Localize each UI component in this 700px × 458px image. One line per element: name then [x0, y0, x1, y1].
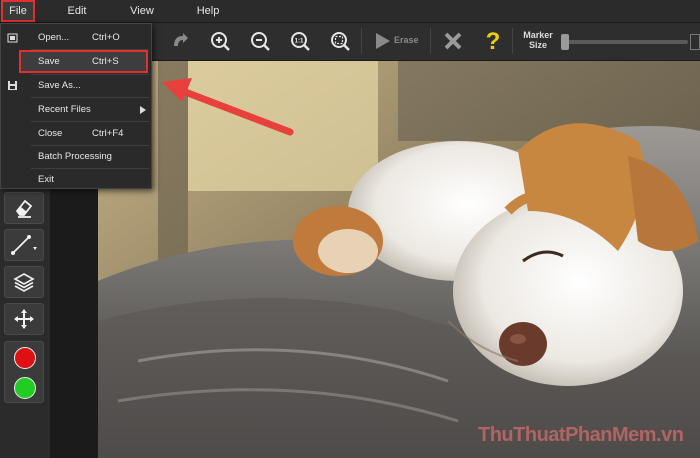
marker-size-slider-end [690, 34, 700, 50]
menu-item-close-shortcut: Ctrl+F4 [92, 128, 124, 139]
file-menu-dropdown: Open... Ctrl+O Save Ctrl+S Save As... Re… [0, 23, 152, 189]
marker-size-label-line1: Marker [523, 30, 553, 40]
menu-item-open-label: Open... [38, 32, 70, 43]
menubar: File Edit View Help [0, 0, 700, 23]
menu-item-recent-files[interactable]: Recent Files [1, 98, 151, 121]
marker-size-label: Marker Size [520, 30, 556, 50]
layers-icon [13, 273, 35, 292]
redo-icon [174, 33, 188, 46]
menu-help[interactable]: Help [191, 0, 225, 22]
line-tool-button[interactable] [4, 229, 44, 261]
watermark: ThuThuatPhanMem.vn [478, 424, 684, 446]
red-marker-swatch[interactable] [14, 347, 36, 369]
menu-item-save[interactable]: Save Ctrl+S [19, 50, 148, 73]
toolbar-separator [512, 28, 513, 54]
menu-item-save-shortcut: Ctrl+S [92, 56, 119, 67]
marker-size-slider-thumb[interactable] [561, 34, 569, 50]
fit-to-window-button[interactable] [326, 27, 354, 55]
play-icon [376, 33, 390, 49]
zoom-fit-icon [331, 32, 350, 51]
help-button[interactable]: ? [479, 27, 507, 55]
zoom-in-button[interactable] [206, 27, 234, 55]
menu-item-save-as-label: Save As... [38, 80, 81, 91]
marker-color-group [4, 341, 44, 403]
menu-item-close[interactable]: Close Ctrl+F4 [1, 122, 151, 145]
floppy-disk-icon [8, 81, 17, 90]
eraser-tool-button[interactable] [4, 192, 44, 224]
menu-item-exit-label: Exit [38, 174, 54, 185]
line-icon [11, 235, 37, 255]
toolbar-separator [361, 28, 362, 54]
menu-edit[interactable]: Edit [60, 0, 94, 22]
menu-item-recent-files-label: Recent Files [38, 104, 91, 115]
menu-view[interactable]: View [125, 0, 159, 22]
cancel-button[interactable] [439, 27, 467, 55]
open-folder-icon [7, 33, 18, 43]
marker-size-slider-track[interactable] [566, 40, 688, 44]
menu-item-exit[interactable]: Exit [1, 168, 151, 191]
move-arrows-icon [14, 309, 34, 329]
annotation-arrow [162, 78, 294, 136]
menu-item-open-shortcut: Ctrl+O [92, 32, 120, 43]
eraser-icon [15, 199, 33, 218]
erase-button[interactable] [368, 27, 396, 55]
move-tool-button[interactable] [4, 303, 44, 335]
zoom-in-icon [211, 32, 230, 51]
svg-text:?: ? [486, 29, 501, 53]
zoom-actual-size-icon: 1:1 [291, 32, 310, 51]
menu-item-save-label: Save [38, 56, 60, 67]
redo-button[interactable] [166, 27, 194, 55]
menu-file[interactable]: File [1, 0, 35, 22]
menu-item-batch-processing[interactable]: Batch Processing [1, 145, 151, 168]
submenu-arrow-icon [140, 106, 146, 114]
zoom-out-button[interactable] [246, 27, 274, 55]
close-icon [444, 32, 462, 50]
erase-label: Erase [394, 35, 419, 45]
layers-tool-button[interactable] [4, 266, 44, 298]
menu-item-save-as[interactable]: Save As... [1, 74, 151, 97]
menu-item-close-label: Close [38, 128, 63, 139]
menu-item-open[interactable]: Open... Ctrl+O [1, 26, 151, 49]
zoom-out-icon [251, 32, 270, 51]
actual-size-button[interactable]: 1:1 [286, 27, 314, 55]
green-marker-swatch[interactable] [14, 377, 36, 399]
toolbar-separator [430, 28, 431, 54]
question-mark-icon: ? [486, 29, 501, 53]
menu-item-batch-processing-label: Batch Processing [38, 151, 112, 162]
svg-text:1:1: 1:1 [295, 39, 304, 45]
marker-size-label-line2: Size [528, 40, 547, 50]
